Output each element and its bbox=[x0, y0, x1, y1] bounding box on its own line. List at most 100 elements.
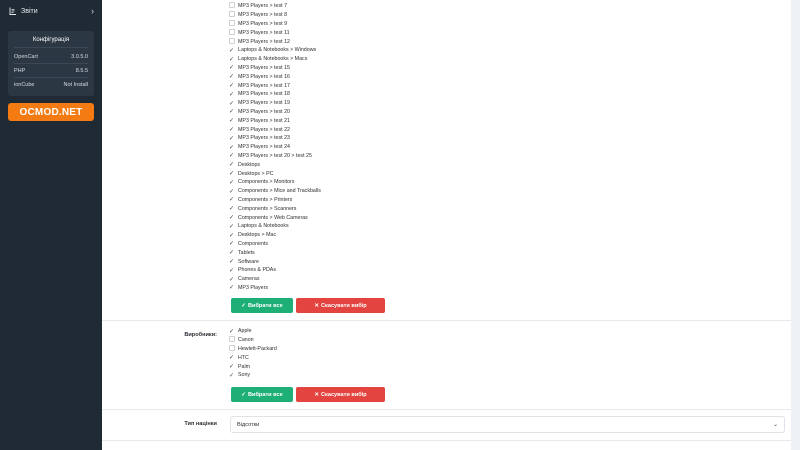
checkbox-checked-icon[interactable]: ✓ bbox=[229, 144, 238, 151]
checkbox-unchecked-icon[interactable] bbox=[229, 345, 238, 353]
checkbox-item[interactable]: MP3 Players > test 12 bbox=[229, 37, 321, 46]
checkbox-item[interactable]: Hewlett-Packard bbox=[229, 345, 277, 354]
checkbox-item[interactable]: ✓ MP3 Players > test 20 bbox=[229, 108, 321, 117]
scrollbar[interactable] bbox=[791, 0, 800, 450]
checkbox-item[interactable]: ✓ Desktops > Mac bbox=[229, 231, 321, 240]
checkbox-item[interactable]: ✓ Palm bbox=[229, 362, 277, 371]
checkbox-item[interactable]: ✓ Apple bbox=[229, 327, 277, 336]
checkbox-checked-icon[interactable]: ✓ bbox=[229, 170, 238, 177]
checkbox-label: Laptops & Notebooks > Macs bbox=[238, 56, 308, 63]
checkbox-checked-icon[interactable]: ✓ bbox=[229, 117, 238, 124]
checkbox-item[interactable]: ✓ MP3 Players > test 21 bbox=[229, 116, 321, 125]
checkbox-label: Laptops & Notebooks > Windows bbox=[238, 47, 317, 54]
checkbox-label: Components > Monitors bbox=[238, 179, 295, 186]
checkbox-checked-icon[interactable]: ✓ bbox=[229, 328, 238, 335]
ocmod-link-button[interactable]: OCMOD.NET bbox=[8, 103, 94, 121]
manufacturers-select-all-button[interactable]: ✓ Вибрати все bbox=[231, 387, 293, 402]
checkbox-item[interactable]: MP3 Players > test 11 bbox=[229, 28, 321, 37]
checkbox-checked-icon[interactable]: ✓ bbox=[229, 214, 238, 221]
checkbox-checked-icon[interactable]: ✓ bbox=[229, 135, 238, 142]
checkbox-checked-icon[interactable]: ✓ bbox=[229, 161, 238, 168]
checkbox-item[interactable]: ✓ Laptops & Notebooks bbox=[229, 222, 321, 231]
checkbox-checked-icon[interactable]: ✓ bbox=[229, 179, 238, 186]
checkbox-checked-icon[interactable]: ✓ bbox=[229, 363, 238, 370]
checkbox-item[interactable]: MP3 Players > test 7 bbox=[229, 2, 321, 11]
checkbox-checked-icon[interactable]: ✓ bbox=[229, 100, 238, 107]
checkbox-item[interactable]: ✓ Components bbox=[229, 240, 321, 249]
checkbox-item[interactable]: ✓ Tablets bbox=[229, 248, 321, 257]
checkbox-item[interactable]: ✓ MP3 Players > test 19 bbox=[229, 99, 321, 108]
checkbox-item[interactable]: ✓ Laptops & Notebooks > Macs bbox=[229, 55, 321, 64]
checkbox-checked-icon[interactable]: ✓ bbox=[229, 108, 238, 115]
checkbox-label: Phones & PDAs bbox=[238, 267, 276, 274]
checkbox-checked-icon[interactable]: ✓ bbox=[229, 73, 238, 80]
checkbox-checked-icon[interactable]: ✓ bbox=[229, 82, 238, 89]
checkbox-checked-icon[interactable]: ✓ bbox=[229, 267, 238, 274]
checkbox-checked-icon[interactable]: ✓ bbox=[229, 232, 238, 239]
categories-cancel-selection-button[interactable]: ✕ Скасувати вибір bbox=[296, 298, 385, 313]
sidebar-item-reports[interactable]: Звіти › bbox=[0, 0, 102, 22]
checkbox-label: Components > Mice and Trackballs bbox=[238, 188, 321, 195]
checkbox-unchecked-icon[interactable] bbox=[229, 336, 238, 344]
checkbox-item[interactable]: ✓ Sony bbox=[229, 371, 277, 380]
checkbox-checked-icon[interactable]: ✓ bbox=[229, 126, 238, 133]
checkbox-item[interactable]: ✓ MP3 Players > test 22 bbox=[229, 125, 321, 134]
checkbox-checked-icon[interactable]: ✓ bbox=[229, 188, 238, 195]
manufacturers-label: Виробники: bbox=[184, 332, 217, 338]
checkbox-item[interactable]: ✓ Components > Scanners bbox=[229, 204, 321, 213]
checkbox-item[interactable]: ✓ HTC bbox=[229, 353, 277, 362]
check-icon: ✓ bbox=[241, 391, 246, 398]
checkbox-item[interactable]: MP3 Players > test 8 bbox=[229, 11, 321, 20]
checkbox-unchecked-icon[interactable] bbox=[229, 38, 238, 46]
checkbox-item[interactable]: ✓ Components > Mice and Trackballs bbox=[229, 187, 321, 196]
checkbox-checked-icon[interactable]: ✓ bbox=[229, 276, 238, 283]
checkbox-checked-icon[interactable]: ✓ bbox=[229, 47, 238, 54]
manufacturers-cancel-selection-button[interactable]: ✕ Скасувати вибір bbox=[296, 387, 385, 402]
checkbox-item[interactable]: ✓ MP3 Players > test 15 bbox=[229, 64, 321, 73]
checkbox-item[interactable]: ✓ MP3 Players > test 17 bbox=[229, 81, 321, 90]
checkbox-item[interactable]: ✓ Desktops > PC bbox=[229, 169, 321, 178]
checkbox-checked-icon[interactable]: ✓ bbox=[229, 354, 238, 361]
checkbox-item[interactable]: ✓ MP3 Players > test 20 > test 25 bbox=[229, 152, 321, 161]
checkbox-checked-icon[interactable]: ✓ bbox=[229, 258, 238, 265]
checkbox-checked-icon[interactable]: ✓ bbox=[229, 152, 238, 159]
checkbox-checked-icon[interactable]: ✓ bbox=[229, 64, 238, 71]
checkbox-checked-icon[interactable]: ✓ bbox=[229, 240, 238, 247]
checkbox-item[interactable]: ✓ Software bbox=[229, 257, 321, 266]
checkbox-checked-icon[interactable]: ✓ bbox=[229, 223, 238, 230]
checkbox-unchecked-icon[interactable] bbox=[229, 2, 238, 10]
divider bbox=[102, 320, 791, 321]
categories-select-all-button[interactable]: ✓ Вибрати все bbox=[231, 298, 293, 313]
checkbox-unchecked-icon[interactable] bbox=[229, 29, 238, 37]
checkbox-label: Tablets bbox=[238, 249, 255, 256]
checkbox-label: MP3 Players > test 15 bbox=[238, 64, 290, 71]
checkbox-item[interactable]: ✓ Components > Printers bbox=[229, 196, 321, 205]
checkbox-item[interactable]: ✓ MP3 Players bbox=[229, 284, 321, 293]
main-content: MP3 Players > test 7 MP3 Players > test 8… bbox=[102, 0, 800, 450]
checkbox-checked-icon[interactable]: ✓ bbox=[229, 284, 238, 291]
checkbox-label: Components > Web Cameras bbox=[238, 214, 308, 221]
checkbox-item[interactable]: ✓ MP3 Players > test 16 bbox=[229, 72, 321, 81]
checkbox-item[interactable]: ✓ Components > Web Cameras bbox=[229, 213, 321, 222]
checkbox-item[interactable]: ✓ MP3 Players > test 24 bbox=[229, 143, 321, 152]
checkbox-item[interactable]: MP3 Players > test 9 bbox=[229, 20, 321, 29]
checkbox-checked-icon[interactable]: ✓ bbox=[229, 56, 238, 63]
checkbox-unchecked-icon[interactable] bbox=[229, 20, 238, 28]
checkbox-label: Components > Printers bbox=[238, 196, 293, 203]
checkbox-checked-icon[interactable]: ✓ bbox=[229, 372, 238, 379]
checkbox-label: Canon bbox=[238, 337, 254, 344]
checkbox-item[interactable]: ✓ MP3 Players > test 23 bbox=[229, 134, 321, 143]
checkbox-item[interactable]: ✓ Components > Monitors bbox=[229, 178, 321, 187]
checkbox-item[interactable]: ✓ Phones & PDAs bbox=[229, 266, 321, 275]
checkbox-item[interactable]: ✓ Desktops bbox=[229, 160, 321, 169]
checkbox-item[interactable]: ✓ Laptops & Notebooks > Windows bbox=[229, 46, 321, 55]
checkbox-checked-icon[interactable]: ✓ bbox=[229, 249, 238, 256]
checkbox-item[interactable]: ✓ Cameras bbox=[229, 275, 321, 284]
checkbox-item[interactable]: ✓ MP3 Players > test 18 bbox=[229, 90, 321, 99]
checkbox-checked-icon[interactable]: ✓ bbox=[229, 91, 238, 98]
checkbox-checked-icon[interactable]: ✓ bbox=[229, 205, 238, 212]
markup-type-select[interactable]: Відсотки ⌄ bbox=[230, 416, 785, 433]
checkbox-unchecked-icon[interactable] bbox=[229, 11, 238, 19]
checkbox-checked-icon[interactable]: ✓ bbox=[229, 196, 238, 203]
checkbox-item[interactable]: Canon bbox=[229, 336, 277, 345]
